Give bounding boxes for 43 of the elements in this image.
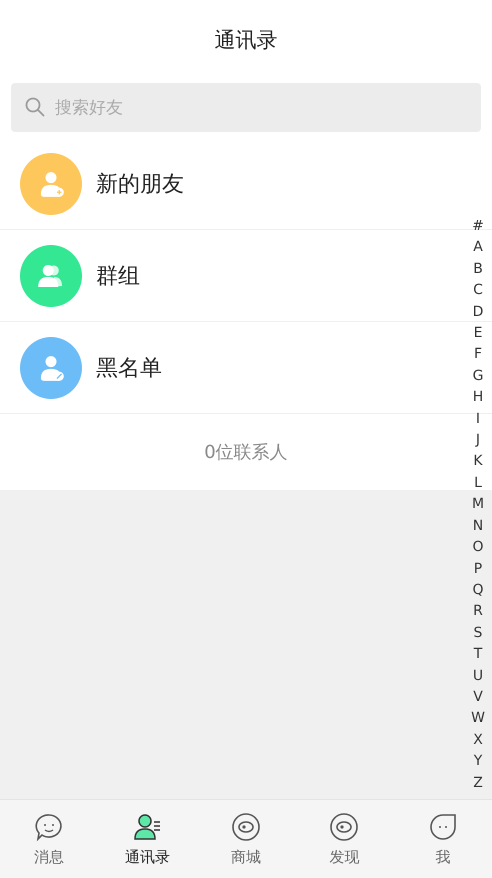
drop-icon xyxy=(428,812,458,842)
index-letter[interactable]: C xyxy=(473,280,483,302)
tab[interactable]: 消息 xyxy=(0,800,98,878)
index-letter[interactable]: R xyxy=(473,601,483,623)
person-list-icon xyxy=(132,812,163,842)
index-letter[interactable]: M xyxy=(472,494,484,516)
index-letter[interactable]: Z xyxy=(473,772,483,794)
index-letter[interactable]: Y xyxy=(474,751,482,773)
index-letter[interactable]: U xyxy=(472,666,484,687)
index-letter[interactable]: V xyxy=(473,686,483,708)
index-letter[interactable]: F xyxy=(474,344,482,366)
list-item[interactable]: 新的朋友 xyxy=(0,138,462,229)
smile-bubble-icon xyxy=(34,812,64,842)
index-letter[interactable]: I xyxy=(476,408,480,430)
index-letter[interactable]: # xyxy=(472,216,484,238)
index-letter[interactable]: A xyxy=(473,237,483,259)
index-letter[interactable]: B xyxy=(473,258,483,280)
index-letter[interactable]: J xyxy=(476,430,480,452)
index-letter[interactable]: O xyxy=(472,537,484,558)
index-letter[interactable]: D xyxy=(472,302,484,324)
index-letter[interactable]: L xyxy=(474,472,482,494)
index-letter[interactable]: E xyxy=(474,323,482,344)
index-letter[interactable]: X xyxy=(473,730,483,752)
index-letter[interactable]: P xyxy=(474,558,482,580)
index-letter[interactable]: H xyxy=(472,387,484,409)
eye-icon xyxy=(329,812,360,842)
page-title: 通讯录 xyxy=(214,27,278,54)
tab[interactable]: 我 xyxy=(394,800,492,878)
index-letter[interactable]: N xyxy=(472,516,484,538)
index-letter[interactable]: S xyxy=(474,622,482,644)
index-letter[interactable]: T xyxy=(474,644,482,666)
index-letter[interactable]: K xyxy=(473,451,483,473)
index-letter[interactable]: G xyxy=(472,366,484,388)
index-letter[interactable]: W xyxy=(471,708,485,730)
index-letter[interactable]: Q xyxy=(472,580,484,602)
tab[interactable]: 通讯录 xyxy=(98,800,197,878)
search-field[interactable]: 搜索好友 xyxy=(11,83,481,132)
tab[interactable]: 商城 xyxy=(196,800,296,878)
list-item[interactable]: 黑名单 xyxy=(0,322,462,413)
contact-count: 0位联系人 xyxy=(204,441,288,464)
eye-icon xyxy=(231,812,262,842)
list-item[interactable]: 群组 xyxy=(0,230,462,321)
tab[interactable]: 发现 xyxy=(295,800,394,878)
